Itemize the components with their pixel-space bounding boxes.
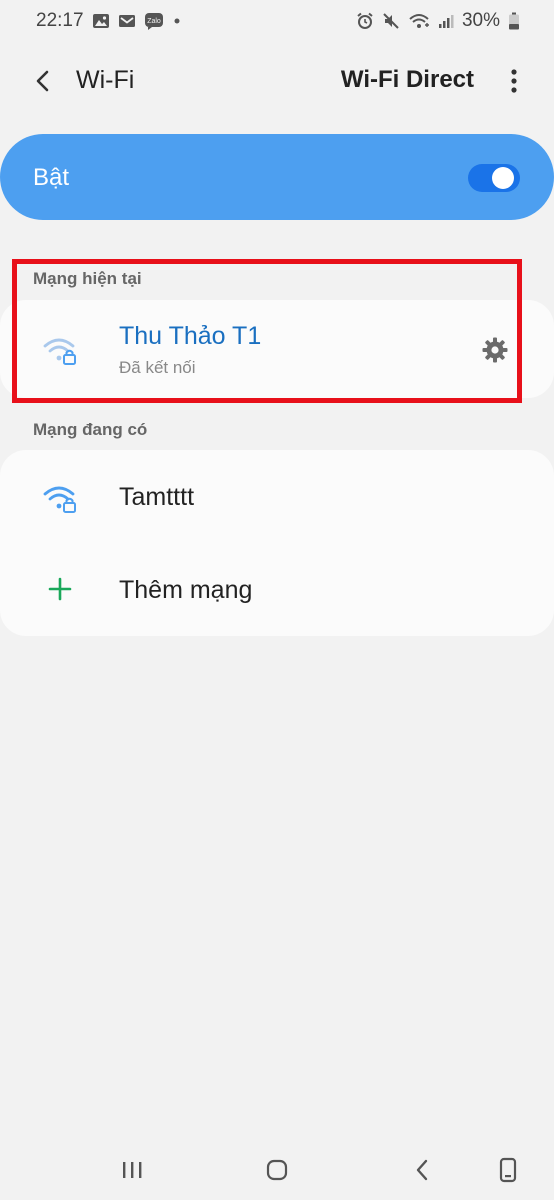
highlight-annotation <box>12 259 522 403</box>
back-button[interactable] <box>28 66 58 96</box>
signal-icon <box>438 13 454 29</box>
network-row-tamtttt[interactable]: Tamtttt <box>0 450 554 543</box>
battery-icon <box>508 12 520 30</box>
home-icon <box>266 1159 288 1181</box>
recents-button[interactable] <box>112 1150 152 1190</box>
add-network-label: Thêm mạng <box>119 576 253 604</box>
page-title: Wi-Fi <box>76 66 135 94</box>
status-bar: 22:17 Zalo 30% <box>0 0 554 42</box>
toggle-thumb <box>492 167 514 189</box>
keyboard-button[interactable] <box>488 1150 528 1190</box>
gmail-icon <box>118 13 136 29</box>
wifi-direct-button[interactable]: Wi-Fi Direct <box>341 66 474 94</box>
plus-icon <box>40 569 80 609</box>
home-button[interactable] <box>257 1150 297 1190</box>
keyboard-icon <box>499 1157 517 1183</box>
more-options-button[interactable] <box>504 64 524 98</box>
battery-percent: 30% <box>461 10 500 31</box>
top-bar: Wi-Fi Wi-Fi Direct <box>0 52 554 110</box>
chevron-left-icon <box>36 70 49 92</box>
navigation-bar <box>0 1140 554 1200</box>
network-name: Tamtttt <box>119 483 195 511</box>
available-networks-header: Mạng đang có <box>33 420 148 439</box>
dot-icon <box>172 16 182 26</box>
nav-back-button[interactable] <box>402 1150 442 1190</box>
zalo-icon: Zalo <box>144 12 164 30</box>
wifi-status-icon <box>408 12 430 30</box>
gallery-icon <box>92 13 110 29</box>
more-vertical-icon <box>511 69 517 93</box>
wifi-lock-icon <box>40 478 80 518</box>
mute-icon <box>382 12 400 30</box>
add-network-row[interactable]: Thêm mạng <box>0 543 554 636</box>
available-networks-card: Tamtttt Thêm mạng <box>0 450 554 636</box>
status-time: 22:17 <box>36 10 84 31</box>
back-icon <box>416 1159 428 1181</box>
status-left: 22:17 Zalo <box>36 10 182 32</box>
alarm-icon <box>356 12 374 30</box>
master-switch-label: Bật <box>33 164 70 191</box>
zalo-text: Zalo <box>147 18 161 25</box>
status-right: 30% <box>356 10 520 32</box>
recents-icon <box>123 1162 142 1178</box>
